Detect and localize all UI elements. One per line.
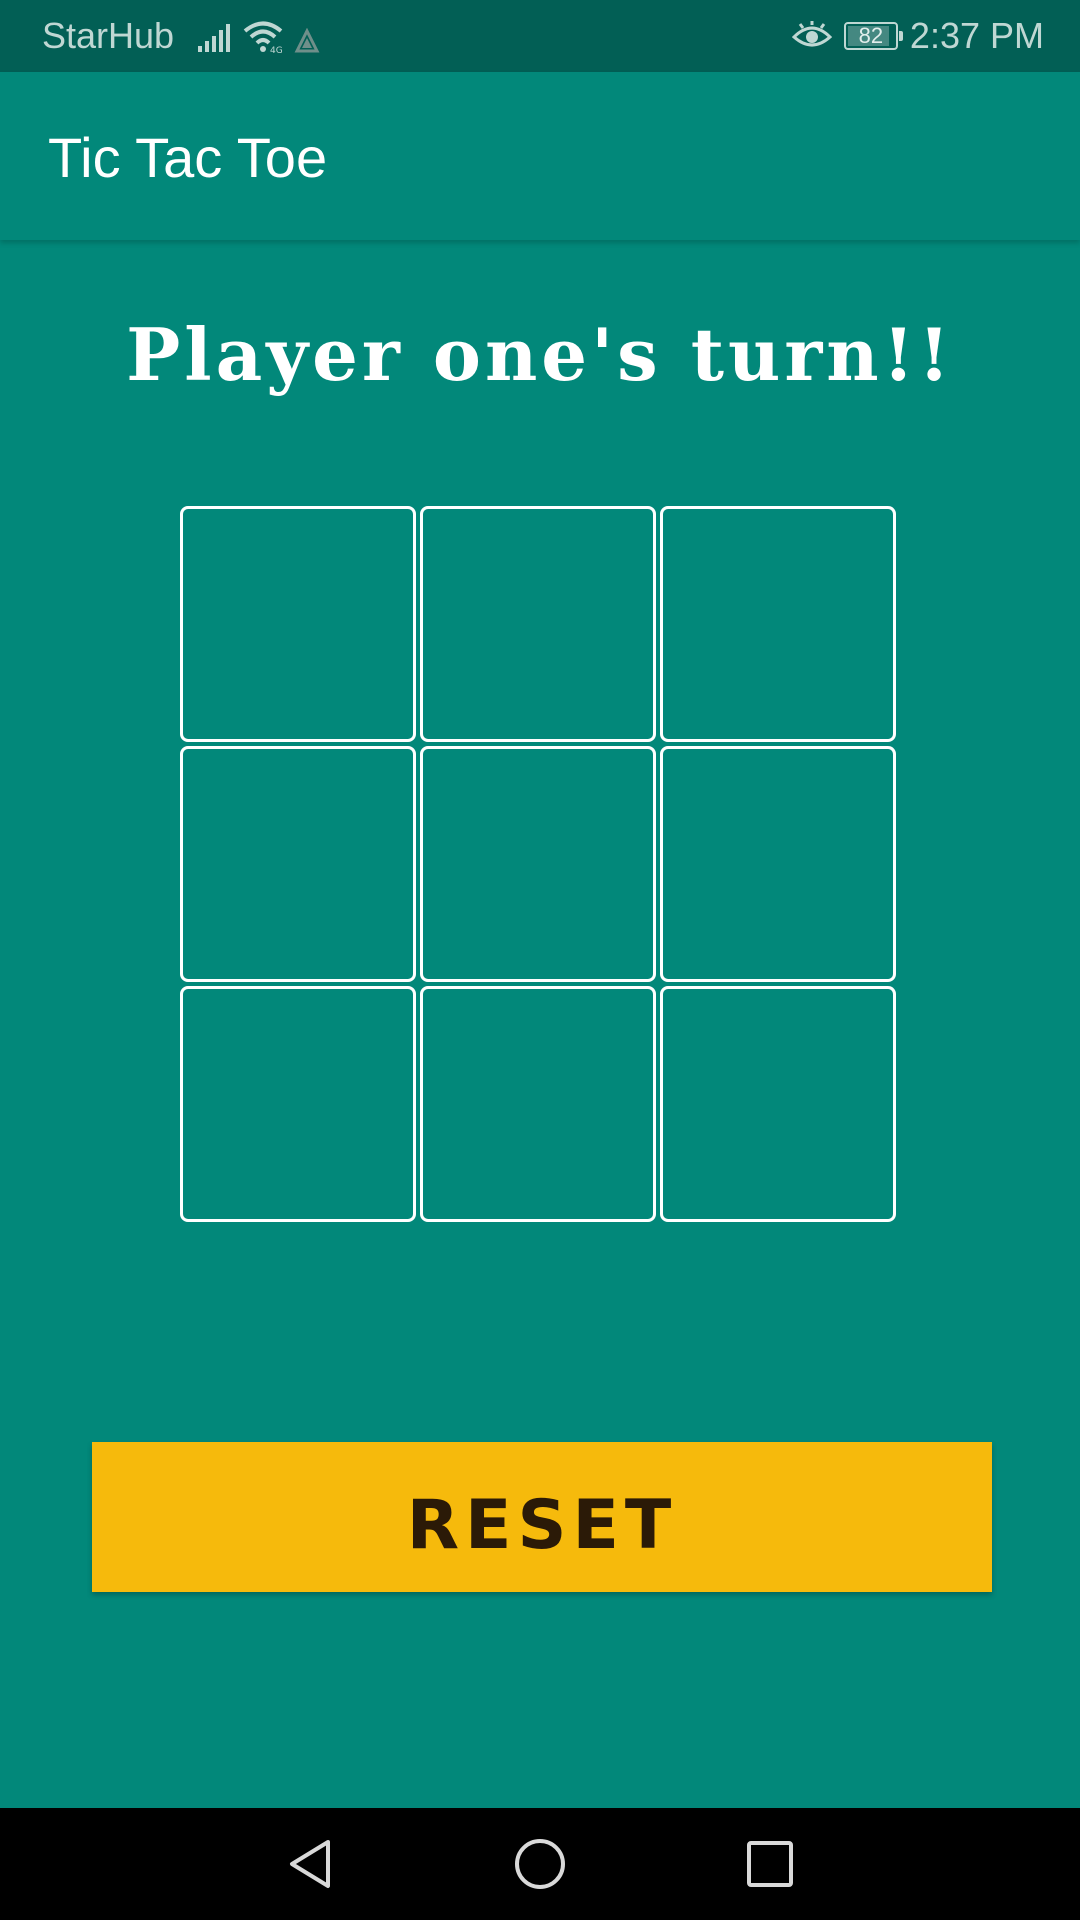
battery-level: 82 [858,23,884,48]
game-board [180,506,900,1226]
carrier-name: StarHub [42,15,175,56]
recents-icon[interactable] [742,1836,798,1892]
board-cell-1[interactable] [180,506,416,742]
battery-icon: 82 [843,22,903,50]
board-cell-7[interactable] [180,986,416,1222]
status-time: 2:37 PM [909,15,1044,56]
app-screen: StarHub 4G 82 2:37 PM Tic Tac Toe Player… [0,0,1080,1920]
svg-text:4G: 4G [270,46,283,54]
status-icons-right: 82 2:37 PM [791,15,1044,56]
turn-indicator: Player one's turn!! [126,312,954,397]
reset-button-label: RESET [406,1485,678,1565]
status-bar: StarHub 4G 82 2:37 PM [0,0,1080,72]
app-bar: Tic Tac Toe [0,72,1080,240]
board-cell-3[interactable] [660,506,896,742]
board-cell-6[interactable] [660,746,896,982]
board-cell-8[interactable] [420,986,656,1222]
status-icons-left: 4G [196,18,320,54]
board-cell-4[interactable] [180,746,416,982]
data-icon [294,28,320,53]
app-title: Tic Tac Toe [48,126,328,189]
board-cell-2[interactable] [420,506,656,742]
board-cell-9[interactable] [660,986,896,1222]
reset-button[interactable]: RESET [92,1442,992,1592]
eye-comfort-icon [791,21,832,47]
home-icon[interactable] [512,1836,568,1892]
navigation-bar [0,1808,1080,1920]
wifi-icon: 4G [243,21,283,54]
board-cell-5[interactable] [420,746,656,982]
signal-icon [198,24,230,52]
back-icon[interactable] [284,1836,340,1892]
